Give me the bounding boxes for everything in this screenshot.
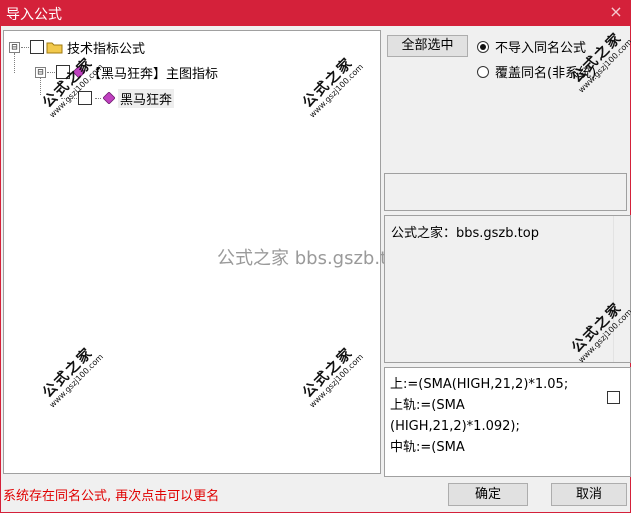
collapse-icon[interactable]: ⊟ <box>35 66 46 78</box>
folder-icon <box>46 42 63 53</box>
item-checkbox[interactable] <box>78 91 92 105</box>
watermark: 公式之家 www.gszj100.com <box>299 344 366 410</box>
tree-node-item[interactable]: 黑马狂奔 <box>60 88 175 108</box>
indicator-group-icon <box>73 66 85 78</box>
group-checkbox[interactable] <box>56 65 70 79</box>
code-line: 中轨:=(SMA <box>390 440 465 455</box>
code-checkbox[interactable] <box>607 391 620 404</box>
code-line: 上轨:=(SMA <box>390 398 465 413</box>
tree-dots <box>47 71 55 73</box>
overwrite-same-name-radio[interactable] <box>477 65 489 78</box>
tree-node-root[interactable]: ⊟ 技术指标公式 <box>9 37 145 57</box>
description-text: 公式之家：bbs.gszb.top <box>391 226 539 241</box>
option-overwrite-same-name[interactable]: 覆盖同名(非系统) <box>477 62 596 81</box>
select-all-button[interactable]: 全部选中 <box>387 35 468 57</box>
overwrite-same-name-label: 覆盖同名(非系统) <box>495 66 597 81</box>
watermark: 公式之家 www.gszj100.com <box>39 344 106 410</box>
collapse-icon[interactable]: ⊟ <box>9 41 20 53</box>
option-skip-same-name[interactable]: 不导入同名公式 <box>477 37 586 56</box>
ok-button[interactable]: 确定 <box>448 483 528 506</box>
indicator-icon <box>103 92 115 104</box>
tree-node-group-label: 【黑马狂奔】主图指标 <box>88 66 219 82</box>
tree-node-root-label: 技术指标公式 <box>67 41 146 57</box>
skip-same-name-label: 不导入同名公式 <box>495 41 587 56</box>
formula-code: 上:=(SMA(HIGH,21,2)*1.05; 上轨:=(SMA (HIGH,… <box>390 374 600 458</box>
cancel-button[interactable]: 取消 <box>551 483 627 506</box>
watermark: 公式之家 www.gszj100.com <box>568 29 631 95</box>
skip-same-name-radio[interactable] <box>477 40 489 53</box>
root-checkbox[interactable] <box>30 40 44 54</box>
tree-dots <box>95 97 101 99</box>
code-line: (HIGH,21,2)*1.092); <box>390 419 520 434</box>
tree-node-group[interactable]: ⊟ 【黑马狂奔】主图指标 <box>35 62 218 82</box>
formula-tree[interactable]: ⊟ 技术指标公式 ⊟ 【黑马狂奔】主图指标 黑马狂奔 公式之家 www.gszj… <box>3 30 381 474</box>
tree-dots <box>61 97 77 99</box>
empty-panel <box>384 173 627 211</box>
description-panel: 公式之家：bbs.gszb.top 公式之家 www.gszj100.com <box>384 215 631 365</box>
title-bar: 导入公式 × <box>0 0 631 26</box>
code-line: 上:=(SMA(HIGH,21,2)*1.05; <box>390 377 569 392</box>
watermark: 公式之家 www.gszj100.com <box>39 54 106 120</box>
tree-dots <box>21 46 29 48</box>
watermark: 公式之家 www.gszj100.com <box>299 54 366 120</box>
description-scrollbar[interactable] <box>613 216 630 362</box>
window-title: 导入公式 <box>6 7 62 23</box>
close-icon[interactable]: × <box>607 2 625 21</box>
status-message: 系统存在同名公式, 再次点击可以更名 <box>3 489 220 504</box>
import-formula-dialog: ⊟ 技术指标公式 ⊟ 【黑马狂奔】主图指标 黑马狂奔 公式之家 www.gszj… <box>0 26 631 513</box>
formula-code-panel[interactable]: 上:=(SMA(HIGH,21,2)*1.05; 上轨:=(SMA (HIGH,… <box>384 367 631 477</box>
tree-node-item-label: 黑马狂奔 <box>118 88 175 108</box>
